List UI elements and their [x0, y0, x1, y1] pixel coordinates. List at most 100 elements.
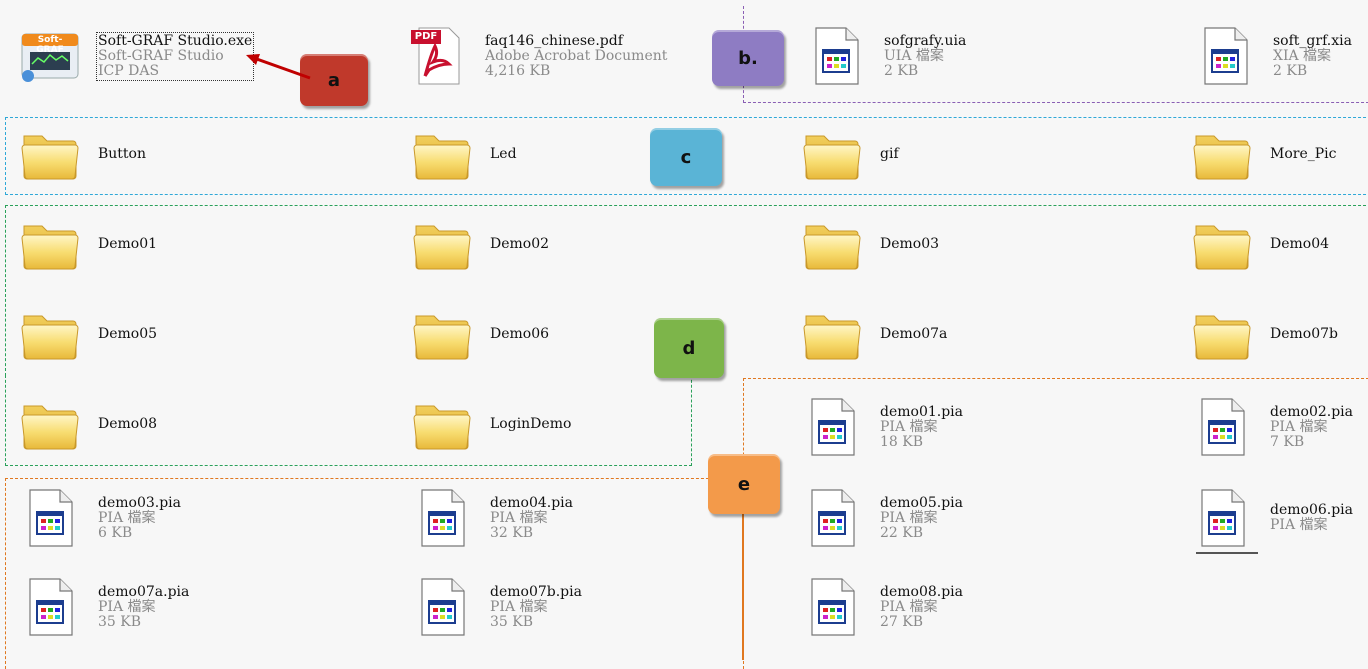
file-size: 22 KB [880, 524, 924, 541]
folder-name: Button [98, 145, 147, 162]
document-icon [18, 486, 82, 550]
folder-icon [18, 392, 82, 456]
region-e-connector [742, 490, 744, 660]
folder-demo04[interactable]: Demo04 [1190, 212, 1329, 276]
folder-name: Demo07b [1270, 325, 1338, 342]
file-name: demo07a.pia [98, 583, 190, 600]
folder-demo06[interactable]: Demo06 [410, 302, 549, 366]
file-type: PIA 檔案 [880, 418, 938, 435]
file-name: demo01.pia [880, 403, 964, 420]
folder-demo07b[interactable]: Demo07b [1190, 302, 1338, 366]
folder-gif[interactable]: gif [800, 122, 899, 186]
file-size: 6 KB [98, 524, 133, 541]
file-demo01-pia[interactable]: demo01.pia PIA 檔案 18 KB [800, 395, 963, 459]
folder-icon [800, 122, 864, 186]
document-icon [410, 486, 474, 550]
file-faq146-pdf[interactable]: faq146_chinese.pdf Adobe Acrobat Documen… [405, 24, 667, 88]
folder-name: Demo01 [98, 235, 158, 252]
file-sofgrafy-uia[interactable]: sofgrafy.uia UIA 檔案 2 KB [804, 24, 966, 88]
file-type: PIA 檔案 [880, 509, 938, 526]
document-icon [800, 575, 864, 639]
file-name: demo03.pia [98, 494, 182, 511]
folder-logindemo[interactable]: LoginDemo [410, 392, 571, 456]
folder-more-pic[interactable]: More_Pic [1190, 122, 1336, 186]
file-demo07b-pia[interactable]: demo07b.pia PIA 檔案 35 KB [410, 575, 582, 639]
file-name: demo06.pia [1270, 502, 1354, 518]
badge-d: d [654, 318, 724, 378]
folder-name: More_Pic [1270, 145, 1337, 162]
document-icon [18, 575, 82, 639]
folder-icon [18, 212, 82, 276]
folder-name: Demo03 [880, 235, 940, 252]
folder-icon [1190, 302, 1254, 366]
document-icon [804, 24, 868, 88]
file-type: UIA 檔案 [884, 47, 944, 64]
file-softgraf-exe[interactable]: Soft-GRAF Studio.exe Soft-GRAF Studio IC… [18, 24, 255, 88]
file-demo05-pia[interactable]: demo05.pia PIA 檔案 22 KB [800, 486, 963, 550]
folder-icon [18, 122, 82, 186]
folder-demo05[interactable]: Demo05 [18, 302, 157, 366]
file-size: 35 KB [490, 613, 534, 630]
folder-name: Demo06 [490, 325, 550, 342]
folder-demo03[interactable]: Demo03 [800, 212, 939, 276]
file-name: demo04.pia [490, 494, 574, 511]
softgraf-app-icon [18, 24, 82, 88]
file-demo07a-pia[interactable]: demo07a.pia PIA 檔案 35 KB [18, 575, 189, 639]
folder-demo01[interactable]: Demo01 [18, 212, 157, 276]
file-demo02-pia[interactable]: demo02.pia PIA 檔案 7 KB [1190, 395, 1353, 459]
file-name: demo05.pia [880, 494, 964, 511]
document-icon [1193, 24, 1257, 88]
file-demo03-pia[interactable]: demo03.pia PIA 檔案 6 KB [18, 486, 181, 550]
badge-c: c [650, 128, 722, 186]
file-type: Adobe Acrobat Document [485, 47, 668, 64]
file-name: Soft-GRAF Studio.exe [98, 32, 253, 49]
folder-name: Demo05 [98, 325, 158, 342]
file-size: 2 KB [1273, 62, 1308, 79]
file-size: 32 KB [490, 524, 534, 541]
file-name: demo08.pia [880, 583, 964, 600]
folder-name: Demo04 [1270, 235, 1330, 252]
folder-icon [410, 392, 474, 456]
file-name: demo07b.pia [490, 583, 582, 600]
file-name: sofgrafy.uia [884, 32, 967, 49]
folder-name: Demo07a [880, 325, 948, 342]
folder-icon [410, 302, 474, 366]
pdf-icon-label: PDF [414, 31, 438, 42]
file-type: PIA 檔案 [98, 598, 156, 615]
folder-icon [800, 302, 864, 366]
folder-demo07a[interactable]: Demo07a [800, 302, 947, 366]
file-type: XIA 檔案 [1273, 47, 1332, 64]
file-size: 18 KB [880, 433, 924, 450]
folder-demo02[interactable]: Demo02 [410, 212, 549, 276]
softgraf-icon-label: Soft-GRAF [36, 35, 64, 55]
folder-icon [800, 212, 864, 276]
folder-icon [1190, 122, 1254, 186]
file-type: PIA 檔案 [98, 509, 156, 526]
file-type: PIA 檔案 [1270, 517, 1328, 533]
document-icon [800, 395, 864, 459]
file-size: 4,216 KB [485, 62, 551, 79]
folder-name: Led [490, 145, 517, 162]
file-demo04-pia[interactable]: demo04.pia PIA 檔案 32 KB [410, 486, 573, 550]
file-soft-grf-xia[interactable]: soft_grf.xia XIA 檔案 2 KB [1193, 24, 1352, 88]
folder-demo08[interactable]: Demo08 [18, 392, 157, 456]
file-description: Soft-GRAF Studio [98, 47, 224, 64]
file-name: soft_grf.xia [1273, 32, 1352, 49]
file-demo08-pia[interactable]: demo08.pia PIA 檔案 27 KB [800, 575, 963, 639]
file-type: PIA 檔案 [490, 509, 548, 526]
file-name: faq146_chinese.pdf [485, 32, 623, 49]
folder-name: Demo02 [490, 235, 550, 252]
folder-button[interactable]: Button [18, 122, 146, 186]
folder-icon [18, 302, 82, 366]
file-size: 2 KB [884, 62, 919, 79]
file-size: 35 KB [98, 613, 142, 630]
file-demo06-pia[interactable]: demo06.pia PIA 檔案 [1190, 486, 1353, 550]
folder-name: Demo08 [98, 415, 158, 432]
folder-name: gif [880, 145, 899, 162]
file-name: demo02.pia [1270, 403, 1354, 420]
document-icon [800, 486, 864, 550]
badge-e: e [708, 454, 780, 514]
folder-led[interactable]: Led [410, 122, 517, 186]
file-size: 27 KB [880, 613, 924, 630]
folder-name: LoginDemo [490, 415, 572, 432]
